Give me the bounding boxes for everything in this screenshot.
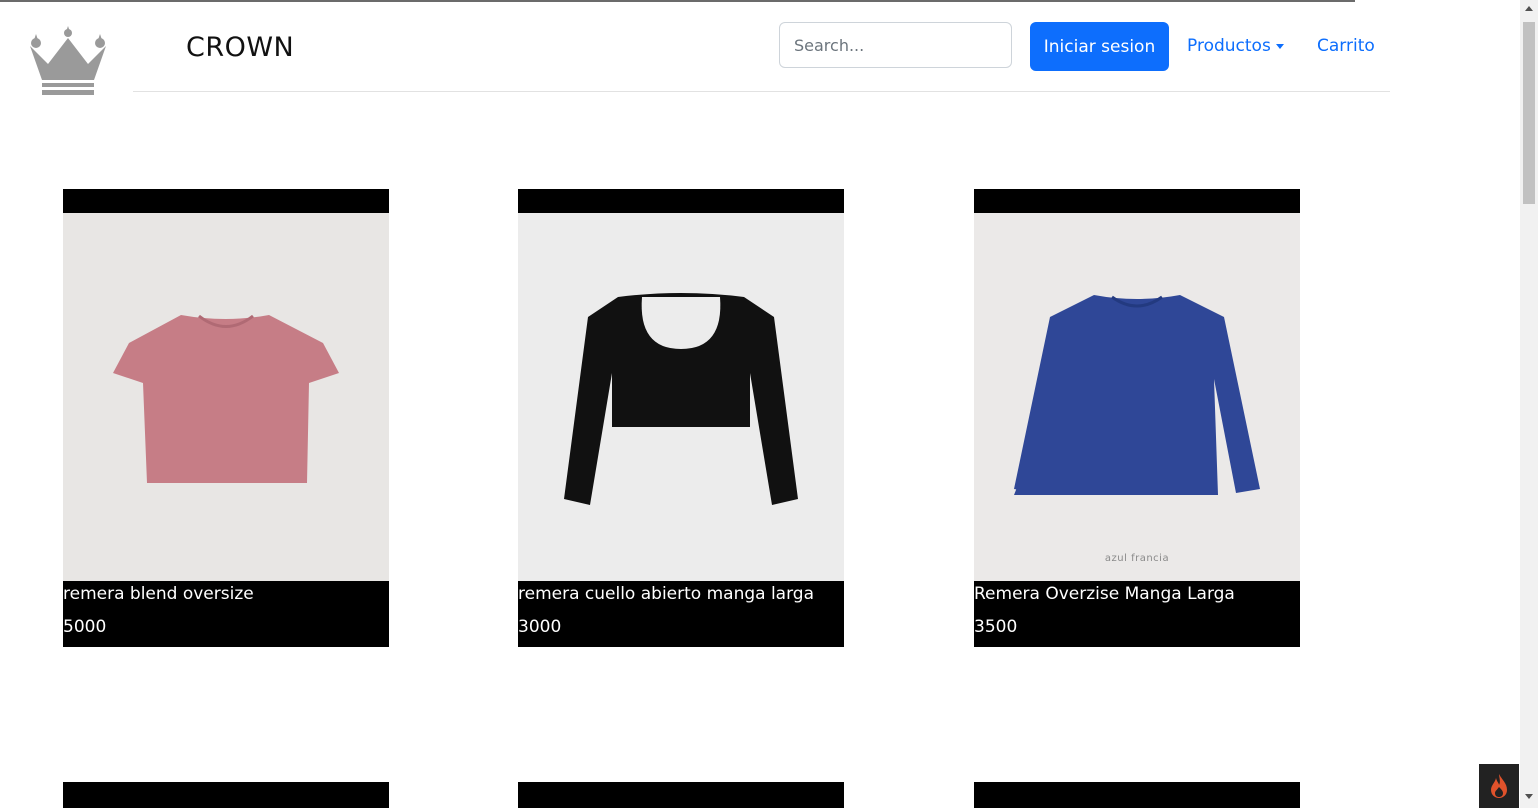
product-image[interactable] [518,213,844,581]
product-card-partial[interactable] [518,782,844,808]
tshirt-shape [113,315,339,483]
search-input[interactable] [779,22,1012,68]
window-top-border [0,0,1355,2]
image-caption: azul francia [1104,553,1170,564]
product-card-partial[interactable] [63,782,389,808]
product-card-partial[interactable] [974,782,1300,808]
flame-icon [1491,774,1507,798]
product-price: 5000 [63,617,107,637]
product-card[interactable]: remera blend oversize 5000 [63,189,389,647]
longsleeve-image [1014,295,1260,495]
product-name[interactable]: remera blend oversize [63,584,254,604]
product-image[interactable]: azul francia [974,213,1300,581]
scroll-thumb[interactable] [1523,22,1535,204]
header-divider [133,91,1390,92]
crown-logo-icon[interactable] [24,24,112,100]
brand-name[interactable]: CROWN [186,32,294,63]
product-card[interactable]: remera cuello abierto manga larga 3000 [518,189,844,647]
product-name[interactable]: remera cuello abierto manga larga [518,584,814,604]
products-label: Productos [1187,36,1271,56]
login-button[interactable]: Iniciar sesion [1030,22,1169,71]
product-price: 3000 [518,617,562,637]
cart-link[interactable]: Carrito [1317,36,1375,56]
page-scrollbar[interactable] [1520,0,1538,808]
tshirt-image [113,314,339,483]
product-name[interactable]: Remera Overzise Manga Larga [974,584,1235,604]
flame-icon-button[interactable] [1479,764,1519,808]
product-image[interactable] [63,213,389,581]
scroll-up-icon[interactable] [1525,6,1533,11]
caret-down-icon [1275,43,1284,49]
longsleeve-shape [1014,295,1260,495]
product-card[interactable]: azul francia Remera Overzise Manga Larga… [974,189,1300,647]
products-dropdown[interactable]: Productos [1187,36,1284,56]
product-price: 3500 [974,617,1018,637]
scroll-down-icon[interactable] [1525,794,1533,799]
crop-top-image [564,293,798,505]
